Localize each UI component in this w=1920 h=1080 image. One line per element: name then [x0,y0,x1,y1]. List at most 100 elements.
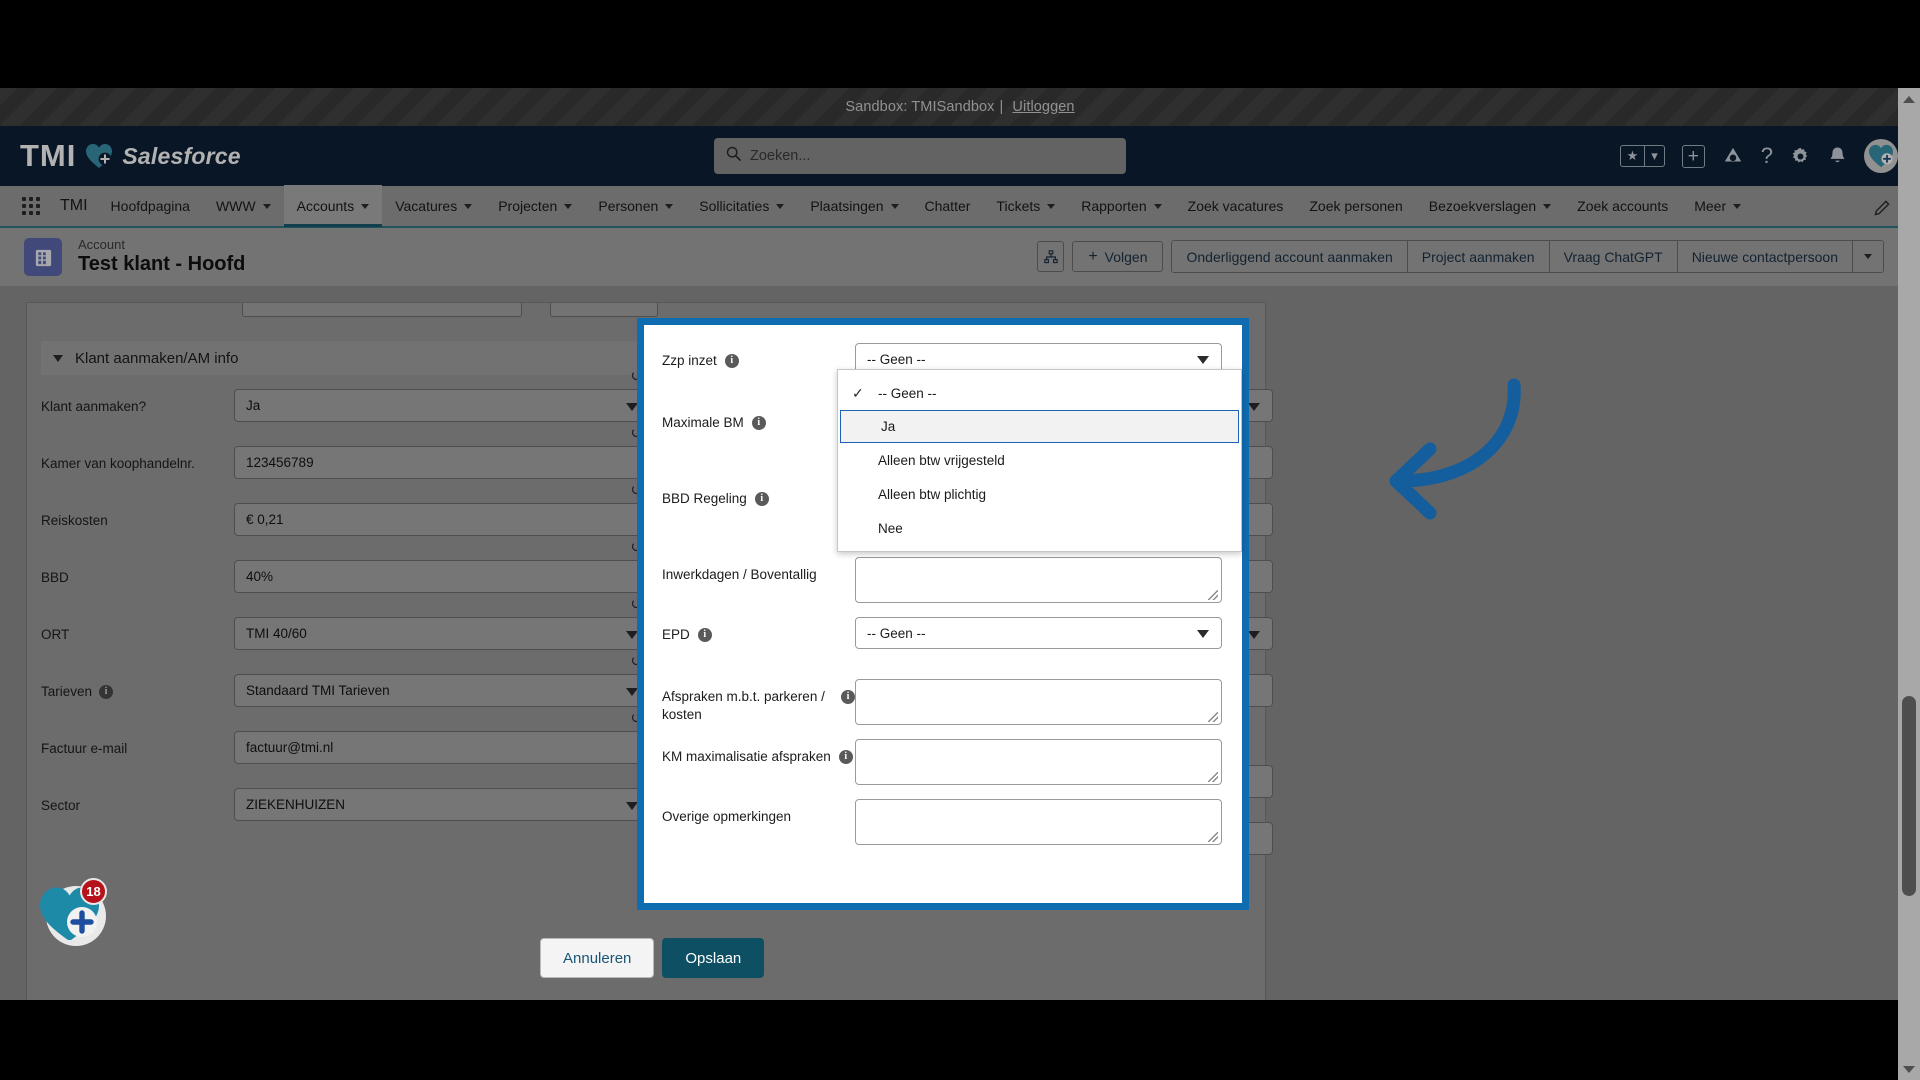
textarea-control[interactable] [855,739,1222,785]
record-actions-more-button[interactable] [1852,241,1883,272]
select-4[interactable]: TMI 40/60 [234,617,651,650]
select-value: -- Geen -- [867,351,926,367]
nav-item-personen[interactable]: Personen [585,185,686,227]
nav-item-zoek-personen[interactable]: Zoek personen [1296,185,1415,227]
highlight-field-epd: EPD i -- Geen -- [662,617,1222,649]
field-row: Sector ZIEKENHUIZEN [41,788,651,821]
notifications-bell-icon[interactable] [1828,146,1847,167]
nav-item-label: Plaatsingen [810,198,884,214]
nav-item-label: Zoek vacatures [1187,198,1284,214]
global-search[interactable] [714,138,1126,174]
field-label: Afspraken m.b.t. parkeren / kosten i [662,679,855,724]
field-label-text: Factuur e-mail [41,741,128,756]
record-action-project-aanmaken[interactable]: Project aanmaken [1406,241,1549,272]
favorites-star-icon[interactable]: ★ [1621,146,1645,166]
field-label-text: KM maximalisatie afspraken [662,749,831,764]
favorites-control[interactable]: ★ ▾ [1619,145,1665,167]
resize-grip-icon [1208,832,1218,842]
select-0[interactable]: Ja [234,389,651,422]
heart-chat-widget[interactable]: 18 [38,878,107,953]
search-input[interactable] [750,148,1114,164]
input-1[interactable]: 123456789 [234,446,651,479]
scrollbar-thumb[interactable] [1902,696,1916,896]
select-5[interactable]: Standaard TMI Tarieven [234,674,651,707]
app-cloud-icon[interactable] [1722,146,1744,166]
info-icon[interactable]: i [751,416,766,430]
nav-item-plaatsingen[interactable]: Plaatsingen [797,185,911,227]
info-icon[interactable]: i [754,492,769,506]
nav-item-bezoekverslagen[interactable]: Bezoekverslagen [1416,185,1564,227]
app-launcher-icon[interactable] [22,195,44,217]
avatar[interactable] [1864,139,1898,173]
annotation-arrow-icon [1318,375,1528,525]
info-icon[interactable]: i [697,628,712,642]
textarea-control[interactable] [855,799,1222,845]
clipped-fields-above [242,303,862,317]
select-value: TMI 40/60 [246,626,307,641]
nav-item-sollicitaties[interactable]: Sollicitaties [686,185,797,227]
setup-gear-icon[interactable] [1790,146,1811,167]
info-icon[interactable]: i [99,685,114,699]
nav-item-meer[interactable]: Meer [1681,185,1754,227]
nav-item-accounts[interactable]: Accounts [283,185,383,227]
logout-link[interactable]: Uitloggen [1012,99,1074,115]
hierarchy-icon-button[interactable] [1037,241,1065,272]
info-icon[interactable]: i [841,690,855,704]
record-action-nieuwe-contactpersoon[interactable]: Nieuwe contactpersoon [1676,241,1852,272]
highlight-field-inwerkdagen-boventallig: Inwerkdagen / Boventallig [662,557,1222,603]
add-icon[interactable]: + [1681,144,1705,168]
scroll-down-arrow[interactable] [1898,1058,1920,1080]
dropdown-option-alleen-btw-plichtig[interactable]: Alleen btw plichtig [838,477,1241,511]
brand-logo[interactable]: TMI Salesforce [20,138,350,174]
nav-item-zoek-vacatures[interactable]: Zoek vacatures [1175,185,1297,227]
select-control[interactable]: -- Geen -- [855,617,1222,649]
dropdown-option--geen-[interactable]: ✓ -- Geen -- [838,376,1241,410]
nav-item-rapporten[interactable]: Rapporten [1068,185,1174,227]
page-scrollbar[interactable] [1898,88,1920,1080]
textarea-control[interactable] [855,557,1222,603]
info-icon[interactable]: i [724,354,739,368]
chevron-down-icon [1248,403,1260,411]
zzp-inzet-dropdown-list[interactable]: ✓ -- Geen -- Ja Alleen btw vrijgesteld Allee… [837,369,1242,552]
nav-item-hoofdpagina[interactable]: Hoofdpagina [98,185,203,227]
textarea-control[interactable] [855,679,1222,725]
favorites-caret-icon[interactable]: ▾ [1644,146,1664,166]
nav-item-label: Personen [598,198,659,214]
chevron-down-icon [776,203,785,209]
follow-button[interactable]: + Volgen [1072,241,1164,272]
input-value: 40% [246,569,274,584]
save-button[interactable]: Opslaan [662,938,765,978]
record-action-onderliggend-account-aanmaken[interactable]: Onderliggend account aanmaken [1172,241,1407,272]
field-row: ↺Factuur e-mailfactuur@tmi.nl [41,711,651,764]
input-3[interactable]: 40% [234,560,651,593]
field-label: Inwerkdagen / Boventallig [662,557,855,584]
field-control: TMI 40/60 [234,617,651,650]
nav-item-label: Accounts [296,198,355,214]
field-label: Maximale BM i [662,405,855,432]
nav-item-www[interactable]: WWW [203,185,284,227]
help-icon[interactable]: ? [1761,145,1773,167]
nav-item-zoek-accounts[interactable]: Zoek accounts [1564,185,1681,227]
info-icon[interactable]: i [838,750,853,764]
input-6[interactable]: factuur@tmi.nl [234,731,651,764]
nav-item-vacatures[interactable]: Vacatures [382,185,485,227]
input-2[interactable]: € 0,21 [234,503,651,536]
dropdown-option-nee[interactable]: Nee [838,511,1241,545]
record-action-vraag-chatgpt[interactable]: Vraag ChatGPT [1548,241,1677,272]
edit-nav-pencil-icon[interactable] [1874,198,1892,221]
nav-item-tickets[interactable]: Tickets [983,185,1068,227]
field-label: KM maximalisatie afspraken i [662,739,855,766]
field-control: factuur@tmi.nl [234,731,651,764]
field-control: Standaard TMI Tarieven [234,674,651,707]
scroll-up-arrow[interactable] [1898,88,1920,110]
nav-item-projecten[interactable]: Projecten [485,185,585,227]
nav-item-chatter[interactable]: Chatter [912,185,984,227]
select-7[interactable]: ZIEKENHUIZEN [234,788,651,821]
dropdown-option-alleen-btw-vrijgesteld[interactable]: Alleen btw vrijgesteld [838,443,1241,477]
field-label-text: BBD [41,570,69,585]
cancel-button[interactable]: Annuleren [540,938,655,978]
dropdown-option-ja[interactable]: Ja [840,410,1239,443]
form-section-title: Klant aanmaken/AM info [75,349,239,367]
select-value: Standaard TMI Tarieven [246,683,390,698]
nav-item-label: Zoek accounts [1577,198,1669,214]
